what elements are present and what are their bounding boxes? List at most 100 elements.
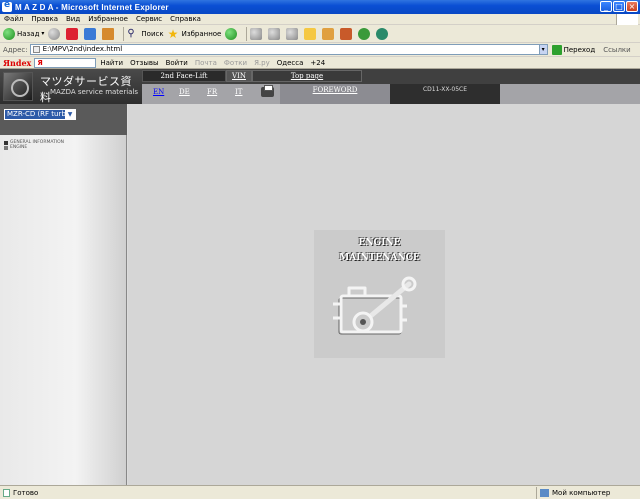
chevron-down-icon[interactable]: ▾	[41, 30, 44, 37]
section-tree: GENERAL INFORMATION ENGINE	[4, 140, 64, 150]
tree-item-engine[interactable]: ENGINE	[4, 145, 64, 150]
tree-item-label: ENGINE	[10, 145, 28, 150]
mazda-emblem-icon	[3, 72, 33, 101]
menu-tools[interactable]: Сервис	[136, 15, 162, 23]
history-button[interactable]	[225, 27, 239, 40]
foreword-link[interactable]: FOREWORD	[280, 84, 390, 104]
yandex-login-button[interactable]: Войти	[166, 59, 188, 67]
engine-title-line-1: ENGINE	[358, 238, 401, 248]
yandex-find-button[interactable]: Найти	[100, 59, 123, 67]
menu-edit[interactable]: Правка	[31, 15, 58, 23]
address-dropdown-button[interactable]: ▾	[538, 44, 548, 55]
print-button[interactable]	[268, 27, 282, 40]
expand-icon[interactable]	[4, 140, 8, 145]
addon-button-1[interactable]	[358, 27, 372, 40]
yandex-city[interactable]: Одесса	[277, 59, 304, 67]
yandex-toolbar: Яndex Найти Отзывы Войти Почта Фотки Я.р…	[0, 57, 640, 69]
links-button[interactable]: Ссылки	[603, 46, 631, 54]
wrench-engine-icon	[333, 276, 417, 335]
close-button[interactable]: ×	[626, 1, 638, 12]
computer-icon	[540, 488, 549, 497]
addon-icon	[376, 27, 389, 40]
lang-it-link[interactable]: IT	[235, 88, 242, 96]
messenger-button[interactable]	[340, 27, 354, 40]
research-icon	[322, 27, 335, 40]
printer-icon[interactable]	[261, 85, 274, 97]
forward-button[interactable]	[48, 27, 62, 40]
go-arrow-icon	[551, 44, 562, 55]
zone-label: Мой компьютер	[552, 488, 611, 497]
menu-help[interactable]: Справка	[170, 15, 201, 23]
page-icon	[3, 488, 10, 497]
menu-bar: Файл Правка Вид Избранное Сервис Справка	[0, 14, 640, 25]
expand-icon[interactable]	[4, 145, 8, 150]
stop-button[interactable]	[66, 27, 80, 40]
main-panel: ENGINE MAINTENANCE	[128, 104, 640, 485]
back-button[interactable]: Назад ▾	[3, 27, 44, 40]
status-text-area: Готово	[0, 488, 536, 497]
back-label: Назад	[17, 29, 40, 38]
yandex-photos-button[interactable]: Фотки	[224, 59, 247, 67]
yandex-yaru-button[interactable]: Я.ру	[254, 59, 270, 67]
research-button[interactable]	[322, 27, 336, 40]
search-button[interactable]: ⚲ Поиск	[127, 28, 163, 40]
home-button[interactable]	[102, 27, 116, 40]
favorites-label: Избранное	[181, 29, 222, 38]
page-content: マツダサービス資料 MAZDA service materials 2nd Fa…	[0, 69, 640, 485]
security-zone: Мой компьютер	[536, 486, 611, 499]
model-select[interactable]: MZR-CD (RF turbo) ▼	[4, 109, 76, 120]
windows-logo-icon	[616, 14, 638, 25]
toolbar: Назад ▾ ⚲ Поиск ★ Избранное	[0, 25, 640, 43]
engine-maintenance-graphic: ENGINE MAINTENANCE	[314, 230, 445, 358]
mail-button[interactable]	[250, 27, 264, 40]
header-spacer	[500, 84, 640, 104]
stop-icon	[66, 27, 79, 40]
lang-de-link[interactable]: DE	[179, 88, 190, 96]
addon-icon	[358, 27, 371, 40]
yandex-mail-button[interactable]: Почта	[195, 59, 217, 67]
tab-top-page[interactable]: Top page	[252, 70, 362, 82]
window-controls: _ □ ×	[600, 1, 638, 12]
tab-vin[interactable]: VIN	[226, 70, 252, 82]
go-label: Переход	[563, 45, 596, 54]
tab-2nd-face-lift[interactable]: 2nd Face-Lift	[142, 70, 226, 82]
back-arrow-icon	[3, 27, 15, 40]
addon-button-2[interactable]	[376, 27, 390, 40]
address-input[interactable]: E:\MPV\2nd\index.html	[29, 44, 540, 55]
yandex-reviews-button[interactable]: Отзывы	[130, 59, 159, 67]
header-nav: EN DE FR IT FOREWORD CD11-XX-05CE	[142, 82, 640, 104]
yandex-search-input[interactable]	[34, 57, 97, 68]
status-bar: Готово Мой компьютер	[0, 485, 640, 499]
toolbar-separator	[246, 26, 248, 41]
messenger-icon	[340, 27, 353, 40]
chevron-down-icon[interactable]: ▼	[65, 110, 75, 119]
address-bar: Адрес: E:\MPV\2nd\index.html ▾ Переход С…	[0, 43, 640, 57]
toolbar-separator	[123, 26, 125, 41]
site-logo: マツダサービス資料 MAZDA service materials	[0, 69, 142, 104]
yandex-temperature: +24	[310, 58, 326, 67]
document-code-label: CD11-XX-05CE	[422, 86, 467, 93]
model-select-value: MZR-CD (RF turbo)	[7, 110, 73, 118]
menu-view[interactable]: Вид	[66, 15, 80, 23]
menu-favorites[interactable]: Избранное	[88, 15, 128, 23]
menu-file[interactable]: Файл	[4, 15, 23, 23]
printer-icon	[268, 27, 281, 40]
favorites-button[interactable]: ★ Избранное	[168, 28, 222, 40]
page-icon	[32, 46, 40, 53]
yandex-logo[interactable]: Яndex	[3, 58, 31, 68]
status-text: Готово	[13, 488, 39, 497]
engine-title-line-2: MAINTENANCE	[339, 253, 420, 263]
edit-button[interactable]	[286, 27, 300, 40]
language-selector: EN DE FR IT	[142, 84, 280, 104]
lang-fr-link[interactable]: FR	[207, 88, 217, 96]
lang-en-link[interactable]: EN	[153, 88, 164, 96]
header-tabs: 2nd Face-Lift VIN Top page	[142, 69, 640, 82]
left-sidebar: MZR-CD (RF turbo) ▼ GENERAL INFORMATION …	[0, 104, 127, 485]
maximize-button[interactable]: □	[613, 1, 625, 12]
minimize-button[interactable]: _	[600, 1, 612, 12]
discuss-button[interactable]	[304, 27, 318, 40]
home-icon	[102, 27, 115, 40]
refresh-button[interactable]	[84, 27, 98, 40]
forward-arrow-icon	[48, 27, 61, 40]
go-button[interactable]: Переход	[551, 44, 596, 55]
